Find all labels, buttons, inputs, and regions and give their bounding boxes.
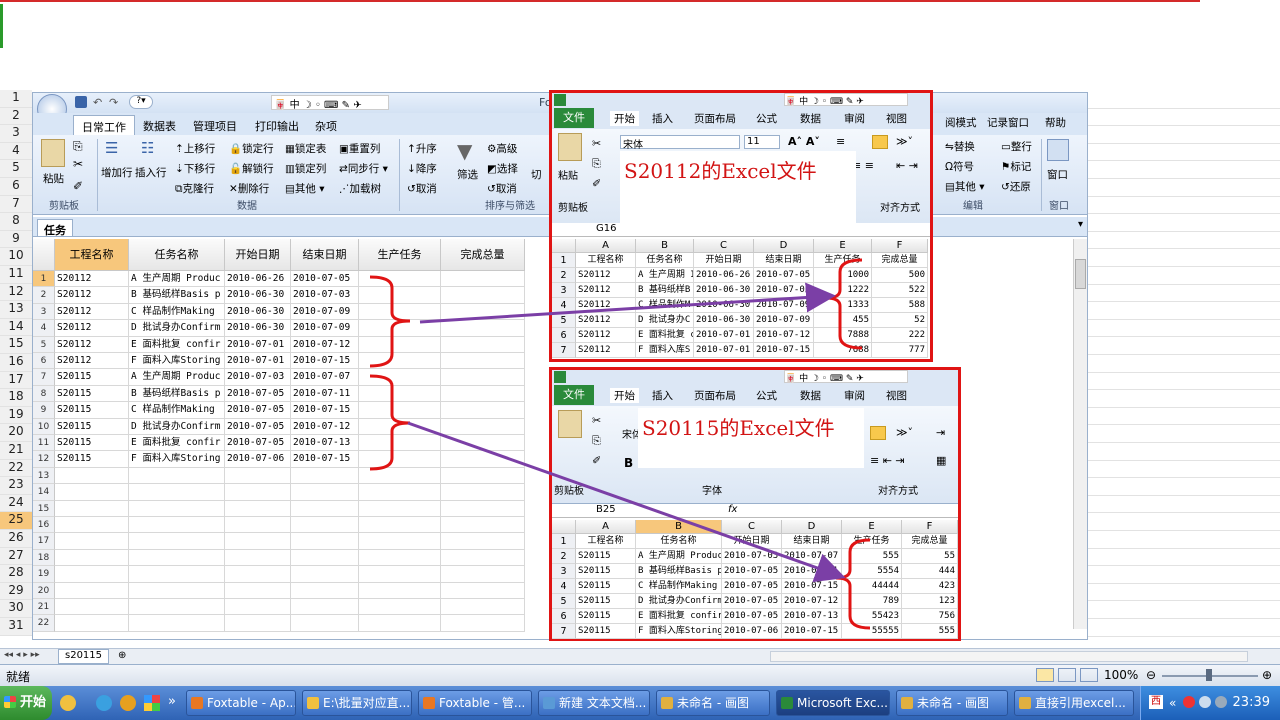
app-icon <box>191 697 203 709</box>
zoom-in-icon[interactable]: ⊕ <box>1262 668 1272 682</box>
brace-excel1 <box>825 258 863 350</box>
page-layout-view-icon[interactable] <box>1058 668 1076 682</box>
brace-left-bottom <box>369 374 411 471</box>
arrow-to-excel2 <box>407 421 846 583</box>
windows-taskbar: 开始 » Foxtable - Ap... E:\批量对应直... Foxtable… <box>0 686 1280 720</box>
brace-left-top <box>369 275 411 368</box>
page-break-view-icon[interactable] <box>1080 668 1098 682</box>
quick-launch-more-icon[interactable]: » <box>168 694 176 709</box>
taskbar-item[interactable]: Foxtable - 管... <box>418 690 532 716</box>
msn-icon[interactable] <box>60 695 76 711</box>
app-icon <box>1019 697 1031 709</box>
arrow-to-excel1 <box>419 282 836 324</box>
normal-view-icon[interactable] <box>1036 668 1054 682</box>
taskbar-item[interactable]: 未命名 - 画图 <box>896 690 1008 716</box>
zoom-out-icon[interactable]: ⊖ <box>1146 668 1156 682</box>
app-icon <box>307 697 319 709</box>
zoom-slider-thumb[interactable] <box>1206 669 1212 681</box>
annotation-overlay <box>369 258 871 630</box>
security-icon[interactable] <box>1183 696 1195 708</box>
status-bar: 就绪 100% ⊖ ⊕ <box>0 664 1280 686</box>
taskbar-item-label: Microsoft Exc... <box>797 696 888 710</box>
taskbar-item-label: 未命名 - 画图 <box>677 696 749 710</box>
browser-icon[interactable] <box>120 695 136 711</box>
app-icon <box>543 697 555 709</box>
start-label: 开始 <box>20 695 47 710</box>
sheet-tab-bar: ◂◂ ◂ ▸ ▸▸ s20115 ⊕ <box>0 648 1280 664</box>
system-tray: 西 « 23:39 <box>1140 686 1280 720</box>
quick-launch-icon[interactable] <box>144 695 160 711</box>
sheet-tab-s20115[interactable]: s20115 <box>58 649 110 664</box>
taskbar-item[interactable]: 未命名 - 画图 <box>656 690 770 716</box>
sheet-nav-icon[interactable]: ◂◂ ◂ ▸ ▸▸ <box>4 650 40 660</box>
taskbar-item-label: Foxtable - 管... <box>439 696 526 710</box>
start-button[interactable]: 开始 <box>0 686 52 720</box>
app-icon <box>901 697 913 709</box>
clock[interactable]: 23:39 <box>1233 695 1270 710</box>
horizontal-scrollbar[interactable] <box>770 651 1248 662</box>
new-sheet-icon[interactable]: ⊕ <box>118 650 126 661</box>
app-icon <box>423 697 435 709</box>
taskbar-item-label: E:\批量对应直... <box>323 696 411 710</box>
volume-icon[interactable] <box>1215 696 1227 708</box>
taskbar-item-label: Foxtable - Ap... <box>207 696 296 710</box>
network-icon[interactable] <box>1199 696 1211 708</box>
brace-excel2 <box>835 538 871 630</box>
zoom-level[interactable]: 100% <box>1104 668 1138 682</box>
ime-icon[interactable]: 西 <box>1149 695 1163 709</box>
taskbar-item-label: 直接引用excel... <box>1035 696 1126 710</box>
taskbar-item[interactable]: Microsoft Exc... <box>776 690 890 716</box>
tray-expand-icon[interactable]: « <box>1169 686 1176 720</box>
status-ready: 就绪 <box>6 670 31 684</box>
taskbar-item-label: 新建 文本文档... <box>559 696 647 710</box>
taskbar-item[interactable]: Foxtable - Ap... <box>186 690 296 716</box>
taskbar-item[interactable]: E:\批量对应直... <box>302 690 412 716</box>
taskbar-item[interactable]: 直接引用excel... <box>1014 690 1134 716</box>
windows-logo-icon <box>4 696 16 708</box>
taskbar-item-label: 未命名 - 画图 <box>917 696 989 710</box>
app-icon <box>661 697 673 709</box>
taskbar-item[interactable]: 新建 文本文档... <box>538 690 650 716</box>
app-icon <box>781 697 793 709</box>
ie-icon[interactable] <box>96 695 112 711</box>
